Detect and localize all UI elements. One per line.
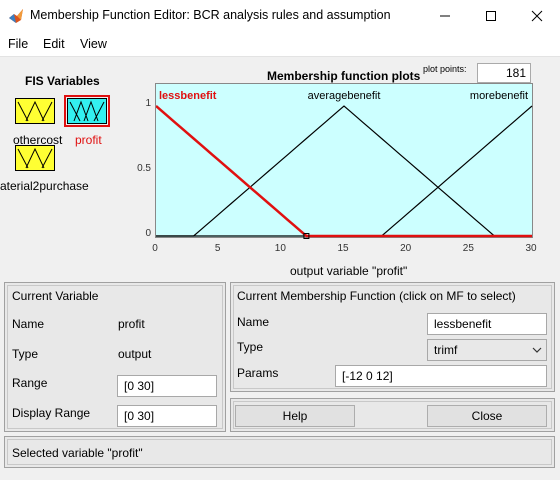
- variable-label-profit: profit: [75, 133, 102, 147]
- current-variable-name-label: Name: [12, 317, 45, 331]
- mf-type-value: trimf: [434, 343, 458, 357]
- minimize-icon: [440, 15, 450, 17]
- window-title: Membership Function Editor: BCR analysis…: [30, 8, 391, 22]
- plot-points-label: plot points:: [423, 64, 467, 74]
- menu-file[interactable]: File: [8, 37, 28, 51]
- mf-icon: [69, 100, 105, 122]
- status-text: Selected variable "profit": [12, 446, 143, 460]
- current-variable-range-label: Range: [12, 376, 48, 390]
- mf-label-lessbenefit[interactable]: lessbenefit: [159, 90, 217, 102]
- mf-curve-averagebenefit[interactable]: [156, 105, 532, 237]
- maximize-button[interactable]: [468, 0, 514, 32]
- fis-variables-heading: FIS Variables: [25, 74, 100, 88]
- current-variable-name-value: profit: [118, 317, 145, 331]
- close-button[interactable]: Close: [427, 405, 547, 427]
- mf-params-label: Params: [237, 366, 279, 380]
- mf-params-input[interactable]: [-12 0 12]: [335, 365, 547, 387]
- variable-box-material2purchase[interactable]: [15, 145, 55, 171]
- mf-icon: [17, 147, 53, 169]
- mf-label-averagebenefit[interactable]: averagebenefit: [308, 90, 381, 102]
- mf-type-label: Type: [237, 340, 264, 354]
- chevron-down-icon: [532, 347, 542, 353]
- mf-name-label: Name: [237, 315, 270, 329]
- maximize-icon: [486, 11, 496, 21]
- menu-edit[interactable]: Edit: [43, 37, 65, 51]
- close-window-button[interactable]: [514, 0, 560, 32]
- close-icon: [531, 10, 543, 22]
- mf-type-select[interactable]: trimf: [427, 339, 547, 361]
- minimize-button[interactable]: [422, 0, 468, 32]
- plot-points-input[interactable]: 181: [477, 63, 531, 83]
- variable-label-material2purchase: aterial2purchase: [0, 179, 89, 193]
- current-variable-type-label: Type: [12, 347, 39, 361]
- mf-curve-morebenefit[interactable]: [156, 105, 533, 237]
- display-range-input[interactable]: [0 30]: [117, 405, 217, 427]
- help-button[interactable]: Help: [235, 405, 355, 427]
- current-variable-type-value: output: [118, 347, 152, 361]
- current-mf-heading: Current Membership Function (click on MF…: [237, 289, 516, 303]
- menu-view[interactable]: View: [80, 37, 107, 51]
- plot-canvas: lessbenefit averagebenefit morebenefit: [156, 90, 533, 239]
- plot-title: Membership function plots: [267, 69, 421, 83]
- current-variable-heading: Current Variable: [12, 289, 99, 303]
- display-range-label: Display Range: [12, 406, 91, 420]
- plot-xlabel: output variable "profit": [290, 264, 408, 278]
- mf-icon: [17, 100, 53, 122]
- matlab-app-icon: [8, 8, 24, 24]
- membership-plot[interactable]: lessbenefit averagebenefit morebenefit: [155, 83, 533, 239]
- mf-label-morebenefit[interactable]: morebenefit: [470, 90, 528, 102]
- mf-name-input[interactable]: lessbenefit: [427, 313, 547, 335]
- variable-box-profit[interactable]: [64, 95, 110, 127]
- variable-box-othercost[interactable]: [15, 98, 55, 124]
- range-input[interactable]: [0 30]: [117, 375, 217, 397]
- mf-curve-lessbenefit[interactable]: [156, 105, 532, 238]
